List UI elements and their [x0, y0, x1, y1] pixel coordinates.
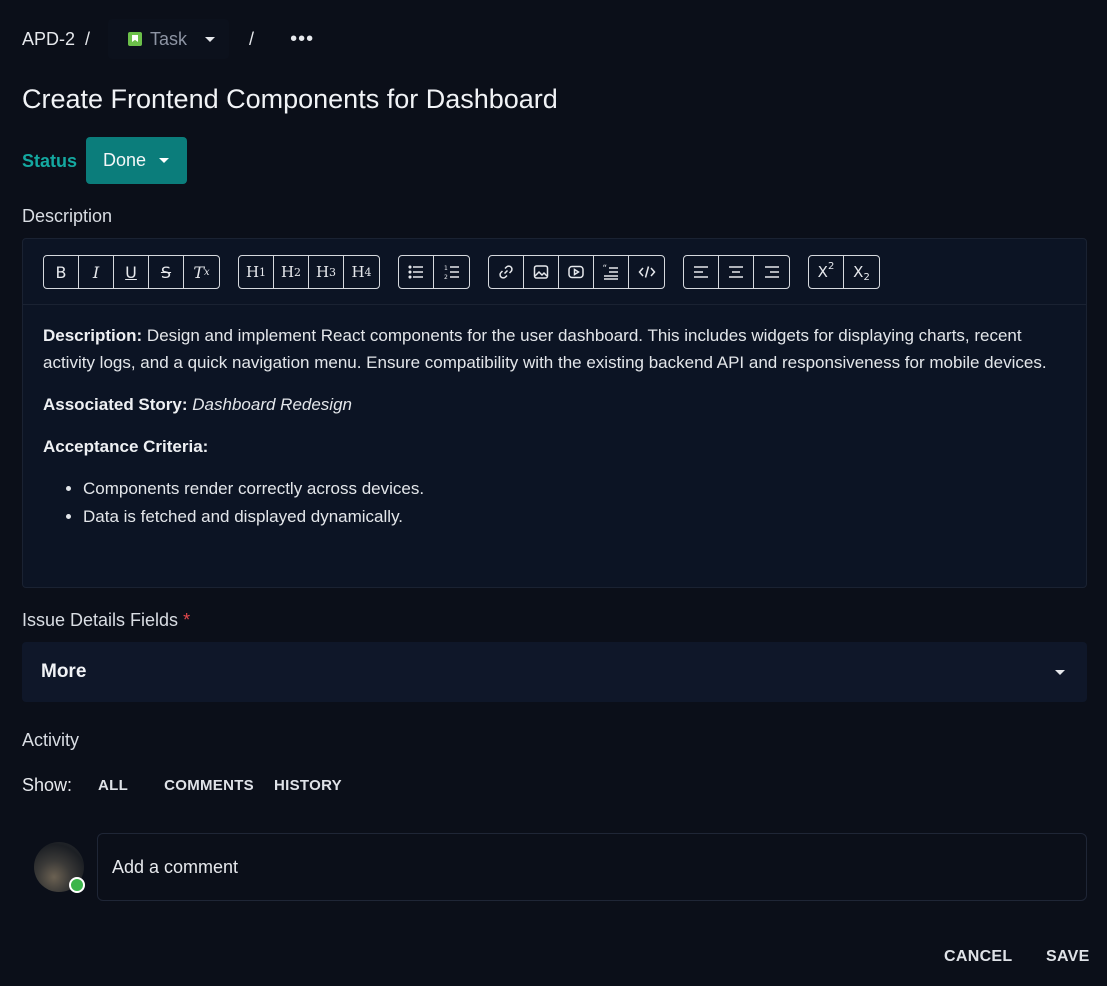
filter-comments[interactable]: COMMENTS [164, 777, 254, 794]
issue-key-link[interactable]: APD-2 [22, 29, 75, 50]
issue-type-dropdown[interactable]: Task [108, 19, 230, 59]
align-left-icon[interactable] [684, 256, 719, 288]
format-group: B I U S Tx [43, 255, 220, 289]
image-icon[interactable] [524, 256, 559, 288]
more-horizontal-icon[interactable]: ••• [290, 28, 314, 51]
page-title: Create Frontend Components for Dashboard [22, 84, 558, 114]
comment-placeholder: Add a comment [112, 856, 239, 877]
filter-history[interactable]: HISTORY [274, 777, 342, 794]
script-group: X2 X2 [808, 255, 880, 289]
criteria-paragraph: Acceptance Criteria: [43, 433, 1066, 460]
status-label: Status [22, 151, 78, 171]
activity-label: Activity [22, 730, 80, 750]
chevron-down-icon [159, 158, 170, 163]
link-icon[interactable] [489, 256, 524, 288]
filter-all[interactable]: ALL [98, 777, 128, 794]
story-value: Dashboard Redesign [192, 395, 352, 414]
heading-4-icon[interactable]: H4 [344, 256, 379, 288]
superscript-icon[interactable]: X2 [809, 256, 844, 288]
heading-1-icon[interactable]: H1 [239, 256, 274, 288]
heading-group: H1 H2 H3 H4 [238, 255, 380, 289]
list-group: 12 [398, 255, 470, 289]
list-item: Data is fetched and displayed dynamicall… [83, 503, 1066, 531]
svg-text:2: 2 [444, 274, 448, 281]
description-paragraph: Description: Design and implement React … [43, 322, 1066, 376]
cancel-button[interactable]: CANCEL [944, 948, 1012, 966]
bullet-list-icon[interactable] [399, 256, 434, 288]
breadcrumb: APD-2 / Task / ••• [22, 19, 314, 59]
status-dropdown[interactable]: Done [86, 137, 187, 184]
align-group [683, 255, 790, 289]
issue-details-text: Issue Details Fields [22, 610, 179, 630]
italic-icon[interactable]: I [79, 256, 114, 288]
align-center-icon[interactable] [719, 256, 754, 288]
chevron-down-icon [1055, 669, 1065, 675]
breadcrumb-separator: / [249, 28, 255, 49]
more-label: More [41, 661, 87, 682]
required-marker: * [183, 610, 191, 630]
subscript-icon[interactable]: X2 [844, 256, 879, 288]
story-paragraph: Associated Story: Dashboard Redesign [43, 391, 1066, 418]
clear-format-icon[interactable]: Tx [184, 256, 219, 288]
strikethrough-icon[interactable]: S [149, 256, 184, 288]
heading-3-icon[interactable]: H3 [309, 256, 344, 288]
criteria-label: Acceptance Criteria: [43, 437, 209, 456]
issue-type-label: Task [150, 28, 188, 49]
task-icon [128, 32, 143, 46]
breadcrumb-separator: / [85, 28, 91, 49]
list-item: Components render correctly across devic… [83, 475, 1066, 503]
bold-icon[interactable]: B [44, 256, 79, 288]
more-fields-accordion[interactable]: More [22, 642, 1087, 702]
underline-icon[interactable]: U [114, 256, 149, 288]
ordered-list-icon[interactable]: 12 [434, 256, 469, 288]
description-label: Description [22, 206, 113, 226]
heading-2-icon[interactable]: H2 [274, 256, 309, 288]
svg-text:“: “ [603, 264, 608, 274]
save-button[interactable]: SAVE [1046, 948, 1090, 966]
align-right-icon[interactable] [754, 256, 789, 288]
insert-group: “ [488, 255, 665, 289]
blockquote-icon[interactable]: “ [594, 256, 629, 288]
issue-details-label: Issue Details Fields * [22, 610, 190, 631]
activity-filter-bar: Show: ALL COMMENTS HISTORY [22, 775, 342, 796]
svg-text:1: 1 [444, 265, 448, 272]
description-heading: Description: [43, 326, 143, 345]
code-icon[interactable] [629, 256, 664, 288]
status-value: Done [103, 150, 147, 170]
show-label: Show: [22, 775, 73, 795]
criteria-list: Components render correctly across devic… [83, 475, 1066, 531]
comment-input[interactable]: Add a comment [97, 833, 1087, 901]
video-icon[interactable] [559, 256, 594, 288]
editor-toolbar: B I U S Tx H1 H2 H3 H4 12 “ X 2 X 2 [23, 239, 1086, 305]
editor-content[interactable]: Description: Design and implement React … [23, 305, 1086, 531]
story-label: Associated Story: [43, 395, 188, 414]
online-status-icon [69, 877, 85, 893]
description-editor[interactable]: B I U S Tx H1 H2 H3 H4 12 “ X 2 X 2 Desc… [22, 238, 1087, 588]
chevron-down-icon [205, 36, 216, 42]
description-text: Design and implement React components fo… [43, 326, 1047, 372]
